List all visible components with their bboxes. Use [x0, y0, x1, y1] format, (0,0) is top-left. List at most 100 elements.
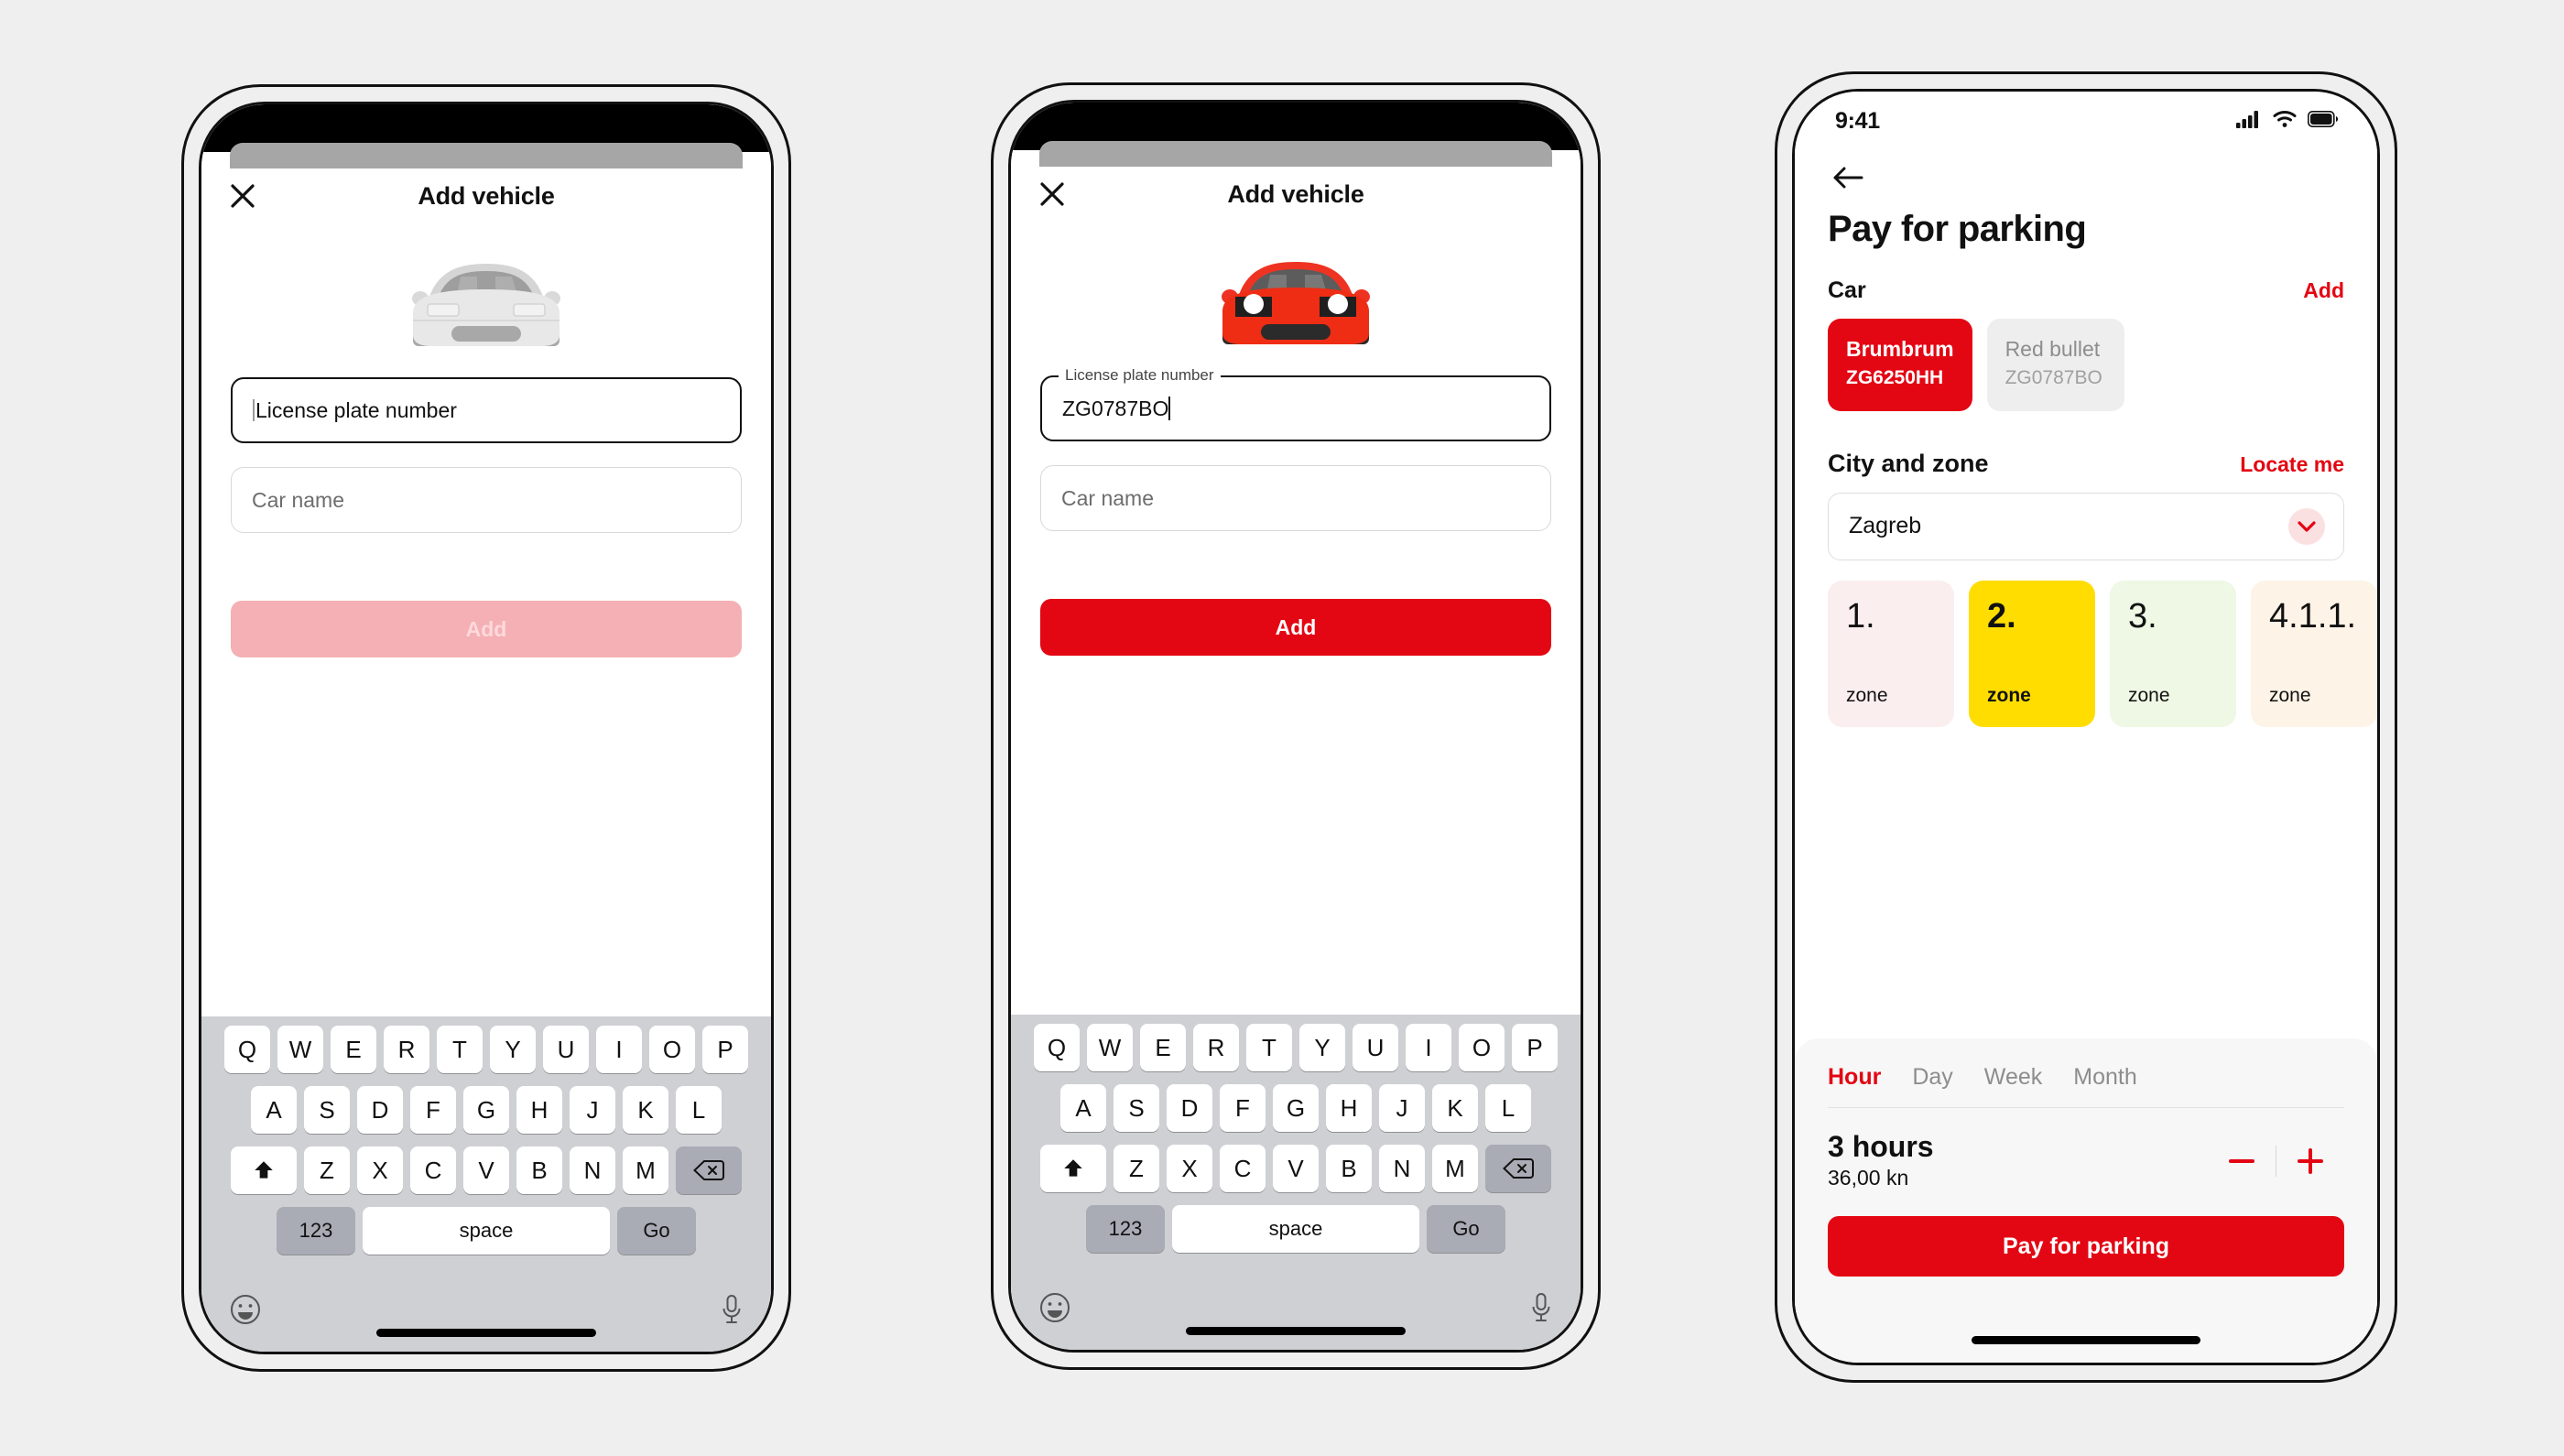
- signal-bars-icon: [2236, 110, 2262, 133]
- key-g[interactable]: G: [1273, 1084, 1319, 1132]
- key-q[interactable]: Q: [1034, 1024, 1080, 1071]
- key-x[interactable]: X: [1167, 1145, 1212, 1192]
- key-k[interactable]: K: [1432, 1084, 1478, 1132]
- key-o[interactable]: O: [649, 1026, 695, 1073]
- arrow-left-icon[interactable]: [1828, 158, 1868, 198]
- return-go-key[interactable]: Go: [617, 1207, 696, 1255]
- mockup-stage: Add vehicle License plate number Car nam…: [0, 0, 2564, 1456]
- close-icon[interactable]: [225, 179, 260, 213]
- key-g[interactable]: G: [463, 1086, 509, 1134]
- numeric-mode-key[interactable]: 123: [1086, 1205, 1165, 1253]
- key-b[interactable]: B: [1326, 1145, 1372, 1192]
- key-s[interactable]: S: [1114, 1084, 1159, 1132]
- key-p[interactable]: P: [702, 1026, 748, 1073]
- backspace-icon[interactable]: [1485, 1145, 1551, 1192]
- city-select[interactable]: Zagreb: [1828, 492, 2344, 560]
- key-w[interactable]: W: [1087, 1024, 1133, 1071]
- numeric-mode-key[interactable]: 123: [277, 1207, 355, 1255]
- key-l[interactable]: L: [676, 1086, 722, 1134]
- tab-hour[interactable]: Hour: [1828, 1064, 1881, 1091]
- key-m[interactable]: M: [1432, 1145, 1478, 1192]
- key-h[interactable]: H: [516, 1086, 562, 1134]
- key-t[interactable]: T: [437, 1026, 483, 1073]
- return-go-key[interactable]: Go: [1427, 1205, 1505, 1253]
- emoji-smiley-icon[interactable]: [229, 1293, 262, 1326]
- car-chip[interactable]: Red bullet ZG0787BO: [1986, 319, 2124, 411]
- zone-card-3[interactable]: 3. zone: [2110, 580, 2236, 727]
- duration-summary: 3 hours 36,00 kn: [1828, 1130, 1934, 1192]
- minus-icon[interactable]: [2208, 1135, 2276, 1187]
- key-y[interactable]: Y: [490, 1026, 536, 1073]
- zone-card-2-selected[interactable]: 2. zone: [1969, 580, 2095, 727]
- key-a[interactable]: A: [251, 1086, 297, 1134]
- chevron-down-icon[interactable]: [2288, 507, 2325, 545]
- key-r[interactable]: R: [384, 1026, 429, 1073]
- key-v[interactable]: V: [1273, 1145, 1319, 1192]
- key-t[interactable]: T: [1246, 1024, 1292, 1071]
- key-c[interactable]: C: [410, 1146, 456, 1194]
- key-m[interactable]: M: [623, 1146, 668, 1194]
- add-car-button[interactable]: Add: [2303, 278, 2344, 303]
- key-s[interactable]: S: [304, 1086, 350, 1134]
- key-z[interactable]: Z: [1114, 1145, 1159, 1192]
- key-q[interactable]: Q: [224, 1026, 270, 1073]
- zone-card-1[interactable]: 1. zone: [1828, 580, 1954, 727]
- license-plate-input[interactable]: License plate number ZG0787BO: [1040, 367, 1551, 441]
- key-w[interactable]: W: [277, 1026, 323, 1073]
- car-name-input[interactable]: Car name: [1040, 465, 1551, 531]
- key-o[interactable]: O: [1459, 1024, 1505, 1071]
- key-u[interactable]: U: [1353, 1024, 1398, 1071]
- key-p[interactable]: P: [1512, 1024, 1558, 1071]
- locate-me-button[interactable]: Locate me: [2240, 452, 2344, 477]
- shift-up-icon[interactable]: [1040, 1145, 1106, 1192]
- key-h[interactable]: H: [1326, 1084, 1372, 1132]
- text-caret: [253, 399, 255, 421]
- key-v[interactable]: V: [463, 1146, 509, 1194]
- key-d[interactable]: D: [357, 1086, 403, 1134]
- license-plate-placeholder: License plate number: [255, 397, 457, 422]
- pay-for-parking-button[interactable]: Pay for parking: [1828, 1216, 2344, 1277]
- key-e[interactable]: E: [1140, 1024, 1186, 1071]
- microphone-icon[interactable]: [720, 1293, 744, 1326]
- key-f[interactable]: F: [410, 1086, 456, 1134]
- zone-number: 3.: [2128, 596, 2157, 636]
- add-vehicle-submit-button[interactable]: Add: [231, 601, 742, 657]
- plus-icon[interactable]: [2276, 1135, 2344, 1187]
- key-a[interactable]: A: [1060, 1084, 1106, 1132]
- space-key[interactable]: space: [1172, 1205, 1419, 1253]
- status-bar-time: 9:41: [1835, 107, 1880, 134]
- key-i[interactable]: I: [1406, 1024, 1451, 1071]
- key-i[interactable]: I: [596, 1026, 642, 1073]
- key-r[interactable]: R: [1193, 1024, 1239, 1071]
- zone-card-4[interactable]: 4.1.1. zone: [2251, 580, 2377, 727]
- space-key[interactable]: space: [363, 1207, 610, 1255]
- shift-up-icon[interactable]: [231, 1146, 297, 1194]
- onscreen-keyboard: Q W E R T Y U I O P A S D F G H J K L Z …: [201, 1016, 771, 1352]
- key-e[interactable]: E: [331, 1026, 376, 1073]
- key-y[interactable]: Y: [1299, 1024, 1345, 1071]
- tab-week[interactable]: Week: [1984, 1064, 2042, 1091]
- emoji-smiley-icon[interactable]: [1038, 1291, 1071, 1324]
- key-u[interactable]: U: [543, 1026, 589, 1073]
- key-x[interactable]: X: [357, 1146, 403, 1194]
- key-n[interactable]: N: [570, 1146, 615, 1194]
- add-vehicle-submit-button[interactable]: Add: [1040, 599, 1551, 656]
- car-chip-selected[interactable]: Brumbrum ZG6250HH: [1828, 319, 1972, 411]
- tab-month[interactable]: Month: [2073, 1064, 2136, 1091]
- key-l[interactable]: L: [1485, 1084, 1531, 1132]
- key-n[interactable]: N: [1379, 1145, 1425, 1192]
- key-j[interactable]: J: [570, 1086, 615, 1134]
- key-b[interactable]: B: [516, 1146, 562, 1194]
- key-k[interactable]: K: [623, 1086, 668, 1134]
- backspace-icon[interactable]: [676, 1146, 742, 1194]
- tab-day[interactable]: Day: [1912, 1064, 1952, 1091]
- key-c[interactable]: C: [1220, 1145, 1266, 1192]
- key-z[interactable]: Z: [304, 1146, 350, 1194]
- car-name-input[interactable]: Car name: [231, 467, 742, 533]
- license-plate-input[interactable]: License plate number: [231, 377, 742, 443]
- key-f[interactable]: F: [1220, 1084, 1266, 1132]
- key-j[interactable]: J: [1379, 1084, 1425, 1132]
- close-icon[interactable]: [1035, 177, 1070, 212]
- key-d[interactable]: D: [1167, 1084, 1212, 1132]
- microphone-icon[interactable]: [1529, 1291, 1553, 1324]
